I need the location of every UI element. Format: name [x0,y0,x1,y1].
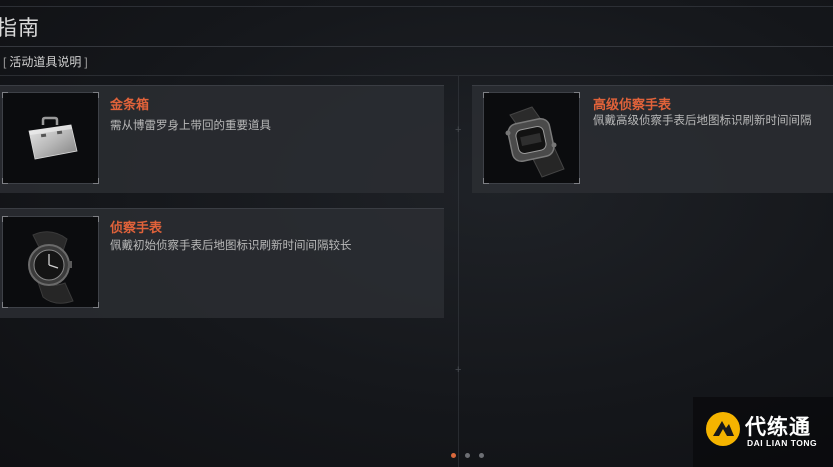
section-header: [活动道具说明] [0,52,91,72]
item-name: 侦察手表 [110,220,163,235]
watermark-name-cn: 代练通 [745,416,811,439]
page-dot-2[interactable] [465,453,470,458]
item-card-scout-watch[interactable]: 侦察手表 佩戴初始侦察手表后地图标识刷新时间间隔较长 [0,208,444,318]
item-thumbnail [483,92,580,184]
item-name: 金条箱 [110,97,150,112]
rugged-watch-icon [505,106,565,178]
item-thumbnail [2,216,99,308]
item-card-advanced-scout-watch[interactable]: 高级侦察手表 佩戴高级侦察手表后地图标识刷新时间间隔 [472,85,833,193]
top-border [0,6,833,7]
watermark: 代练通 DAI LIAN TONG [693,397,833,467]
crosshair-mark: + [455,364,462,376]
item-card-gold-case[interactable]: 金条箱 需从博雷罗身上带回的重要道具 [0,85,444,193]
item-description: 需从博雷罗身上带回的重要道具 [110,120,271,132]
bracket-open: [ [3,55,7,69]
item-description: 佩戴初始侦察手表后地图标识刷新时间间隔较长 [110,240,352,252]
wristwatch-icon [28,231,74,304]
pagination [451,453,484,458]
dailiantong-logo-icon [706,412,740,446]
bracket-close: ] [84,55,88,69]
title-divider [0,46,833,47]
watermark-name-en: DAI LIAN TONG [747,438,818,448]
crosshair-mark: + [455,124,462,136]
page-title: 指南 [0,16,40,40]
page-dot-1[interactable] [451,453,456,458]
item-thumbnail [2,92,99,184]
briefcase-icon [28,116,78,160]
section-title: 活动道具说明 [9,55,82,69]
item-description: 佩戴高级侦察手表后地图标识刷新时间间隔 [593,115,812,127]
page-dot-3[interactable] [479,453,484,458]
section-divider [0,75,833,76]
item-name: 高级侦察手表 [593,97,672,112]
